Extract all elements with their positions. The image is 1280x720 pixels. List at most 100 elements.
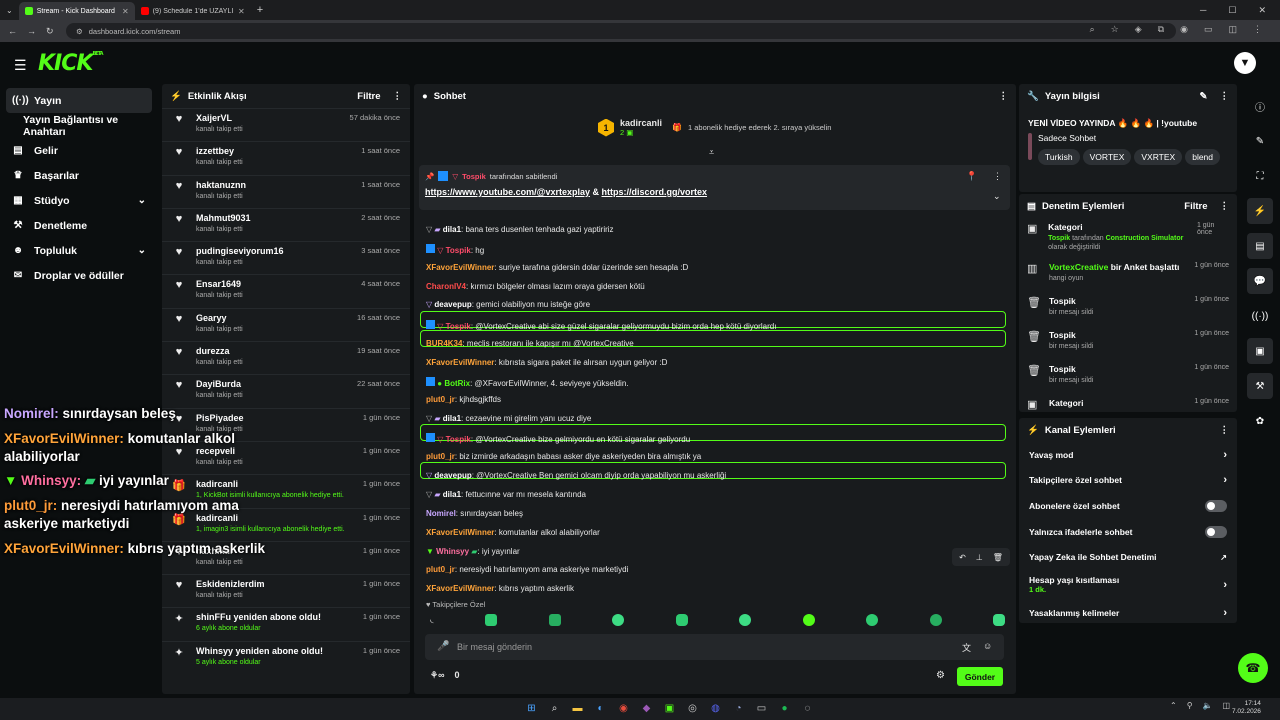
emote-icon[interactable] [802,614,815,626]
more-options-icon[interactable]: ⋮ [1220,425,1230,436]
emote-icon[interactable] [675,614,688,626]
more-options-icon[interactable]: ⋮ [1220,201,1230,212]
windows-start-icon[interactable]: ⊞ [524,701,539,716]
banned-words-option[interactable]: Yasaklanmış kelimeler › [1019,600,1237,623]
chat-username[interactable]: plut0_jr [426,565,455,574]
chat-username[interactable]: XFavorEvilWinner [426,528,494,537]
chat-input[interactable]: 🎤 Bir mesaj gönderin 文 ☺ [425,634,1004,660]
wrench-icon[interactable]: ⚒ [1247,373,1273,399]
kick-logo[interactable]: KICKBETA [38,51,104,76]
chat-username[interactable]: CharonIV4 [426,282,466,291]
maximize-icon[interactable]: ☐ [1228,5,1236,16]
browser-tab-kick[interactable]: Stream - Kick Dashboard ✕ [18,2,135,20]
emoji-icon[interactable]: ☺ [983,641,992,651]
emote-icon[interactable] [612,614,624,626]
emote-icon[interactable]: ◟ [430,614,434,626]
pin-icon[interactable]: ⊥ [976,553,983,562]
chat-username[interactable]: deavepup [434,300,471,309]
chat-username[interactable]: Whinsyy [436,547,469,556]
chat-icon[interactable]: 💬 [1247,268,1273,294]
archive-icon[interactable]: ▣ [1247,338,1273,364]
search-icon[interactable]: ⌕ [547,701,562,716]
tab-menu-icon[interactable]: ⌄ [0,6,19,15]
pin-toggle-icon[interactable]: 📍 [966,171,977,182]
sidebar-item-studyo[interactable]: ▦ Stüdyo ⌄ [0,188,160,213]
hamburger-menu-icon[interactable]: ☰ [14,57,27,74]
sidebar-item-yayin[interactable]: ((·)) Yayın [6,88,152,113]
chat-settings-icon[interactable]: ⚙ [936,670,945,681]
pinned-youtube-link[interactable]: https://www.youtube.com/@vxrtexplay [425,187,590,197]
info-icon[interactable]: ⓘ [1247,93,1273,119]
back-icon[interactable]: ← [8,26,17,36]
cast-icon[interactable]: ▭ [1204,24,1213,35]
minimize-icon[interactable]: ─ [1200,5,1206,16]
sidebar-item-gelir[interactable]: ▤ Gelir [0,138,160,163]
slow-mode-option[interactable]: Yavaş mod › [1019,442,1237,468]
usb-icon[interactable]: ⚲ [1187,701,1193,710]
emote-icon[interactable] [739,614,751,626]
send-button[interactable]: Gönder [957,667,1003,686]
sidebar-item-stream-key[interactable]: Yayın Bağlantısı ve Anahtarı [0,113,160,138]
chat-username[interactable]: Tospik [446,322,471,331]
chat-username[interactable]: plut0_jr [426,452,455,461]
chat-username[interactable]: dila1 [443,225,461,234]
stream-category[interactable]: Sadece Sohbet [1038,133,1228,143]
chat-username[interactable]: plut0_jr [426,395,455,404]
chat-username[interactable]: dila1 [443,490,461,499]
zoom-icon[interactable]: ⌕ [1090,24,1095,35]
url-field[interactable]: ⚙ dashboard.kick.com/stream [66,23,1176,39]
sidebar-item-basarilar[interactable]: ♛ Başarılar [0,163,160,188]
emote-icon[interactable] [929,614,942,626]
chat-username[interactable]: BUR4K34 [426,339,462,348]
clipboard-icon[interactable]: ▤ [1247,233,1273,259]
pinned-discord-link[interactable]: https://discord.gg/vortex [602,187,708,197]
close-tab-icon[interactable]: ✕ [122,7,129,16]
browser-menu-icon[interactable]: ⋮ [1253,24,1262,35]
close-tab-icon[interactable]: ✕ [238,7,245,16]
more-options-icon[interactable]: ⋮ [1220,91,1230,102]
spotify-icon[interactable]: ● [777,701,792,716]
chat-username[interactable]: XFavorEvilWinner [426,584,494,593]
discord-icon[interactable]: ◍ [708,701,723,716]
expand-leaderboard-icon[interactable]: ⩡ [709,147,714,158]
sidebar-item-topluluk[interactable]: ☻ Topluluk ⌄ [0,238,160,263]
app-icon[interactable]: ◐ [593,701,608,716]
sidebar-item-droplar[interactable]: ✉ Droplar ve ödüller [0,263,160,288]
sidebar-icon[interactable]: ◫ [1228,24,1237,35]
account-age-option[interactable]: Hesap yaşı kısıtlaması 1 dk. › [1019,570,1237,600]
steam-icon[interactable]: ◔ [731,701,746,716]
new-tab-button[interactable]: + [251,4,269,16]
emote-icon[interactable] [993,614,1005,626]
volume-icon[interactable]: 🔈 [1203,701,1213,710]
app-icon[interactable]: ▣ [662,701,677,716]
emote-icon[interactable] [485,614,497,626]
edit-icon[interactable]: ✎ [1247,128,1273,154]
user-avatar[interactable]: ▼ [1234,52,1256,74]
app-icon[interactable]: ◎ [685,701,700,716]
more-options-icon[interactable]: ⋮ [993,171,1002,182]
reload-icon[interactable]: ↻ [46,26,54,37]
tray-chevron-icon[interactable]: ⌃ [1170,701,1177,710]
ai-moderation-option[interactable]: Yapay Zeka ile Sohbet Denetimi ↗ [1019,544,1237,570]
site-info-icon[interactable]: ⚙ [76,27,83,36]
pinned-by-user[interactable]: Tospik [462,172,486,181]
network-icon[interactable]: ◫ [1223,701,1231,710]
app-icon[interactable]: ◆ [639,701,654,716]
extension-icon[interactable]: ◈ [1135,24,1142,35]
obs-icon[interactable]: ◌ [800,701,815,716]
chat-username[interactable]: Tospik [446,246,471,255]
emote-icon[interactable] [866,614,878,626]
top-gifter-name[interactable]: kadircanli [620,118,662,128]
filter-button[interactable]: Filtre [1184,201,1207,212]
close-window-icon[interactable]: ✕ [1258,5,1266,16]
chat-username[interactable]: dila1 [443,414,461,423]
file-explorer-icon[interactable]: ▬ [570,701,585,716]
sidebar-item-denetleme[interactable]: ⚒ Denetleme [0,213,160,238]
gift-prompt[interactable]: 1 abonelik hediye ederek 2. sıraya yükse… [688,123,831,132]
chat-username[interactable]: Nomirel [426,509,456,518]
delete-icon[interactable]: 🗑 [993,553,1003,562]
chevron-down-icon[interactable]: ⌄ [993,191,1001,202]
broadcast-icon[interactable]: ((·)) [1247,303,1273,329]
points-display[interactable]: ⚘∞ 0 [430,670,460,681]
clock[interactable]: 17:14 7.02.2026 [1232,700,1261,717]
